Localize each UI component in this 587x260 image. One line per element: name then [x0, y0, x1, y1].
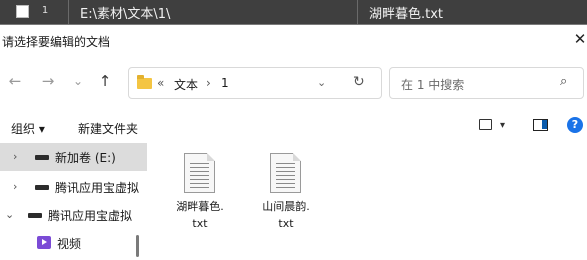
new-folder-button[interactable]: 新建文件夹: [78, 120, 138, 137]
address-bar[interactable]: « 文本 › 1 ⌄ ↻: [128, 67, 382, 99]
drive-icon: [28, 213, 42, 218]
nav-item-tencent-1[interactable]: › 腾讯应用宝虚拟: [0, 173, 147, 201]
breadcrumb-1[interactable]: 1: [221, 76, 229, 90]
back-button[interactable]: ←: [5, 71, 25, 91]
search-box[interactable]: 在 1 中搜索 ⌕: [389, 67, 584, 99]
drive-icon: [35, 155, 49, 160]
organize-menu[interactable]: 组织 ▾: [11, 120, 45, 137]
view-dropdown-icon[interactable]: ▾: [500, 120, 505, 131]
forward-button[interactable]: →: [38, 71, 58, 91]
up-button[interactable]: ↑: [95, 71, 115, 91]
file-name: 湖畔暮色. txt: [176, 200, 224, 230]
row-filename: 湖畔暮色.txt: [369, 7, 444, 22]
open-file-dialog: 请选择要编辑的文档 ✕ ← → ⌄ ↑ « 文本 › 1 ⌄ ↻ 在 1 中搜索…: [0, 24, 587, 260]
nav-item-drive-e[interactable]: › 新加卷 (E:): [0, 143, 147, 171]
refresh-icon[interactable]: ↻: [353, 74, 365, 90]
collapse-chevron-icon[interactable]: ⌄: [5, 208, 14, 221]
breadcrumb-separator-icon[interactable]: ›: [206, 76, 211, 90]
close-button[interactable]: ✕: [572, 29, 587, 49]
dialog-title: 请选择要编辑的文档: [2, 35, 111, 49]
dialog-titlebar: 请选择要编辑的文档 ✕: [0, 25, 587, 53]
row-path: E:\素材\文本\1\: [80, 7, 171, 22]
address-dropdown-icon[interactable]: ⌄: [317, 76, 326, 89]
expand-chevron-icon[interactable]: ›: [13, 180, 17, 193]
view-icon[interactable]: [479, 119, 492, 130]
expand-chevron-icon[interactable]: ›: [13, 150, 17, 163]
address-overflow-chevron[interactable]: «: [157, 76, 164, 90]
background-table-row: 1 E:\素材\文本\1\ 湖畔暮色.txt: [0, 0, 587, 24]
file-item[interactable]: 山间晨韵. txt: [251, 153, 321, 237]
text-file-icon: [184, 153, 215, 193]
file-name: 山间晨韵. txt: [262, 200, 310, 230]
nav-item-label: 新加卷 (E:): [55, 151, 116, 165]
help-icon[interactable]: ?: [567, 117, 583, 133]
row-index: 1: [41, 5, 49, 16]
text-file-icon: [270, 153, 301, 193]
folder-icon: [137, 75, 152, 89]
row-checkbox[interactable]: [16, 5, 29, 18]
recent-locations-button[interactable]: ⌄: [68, 71, 88, 91]
nav-item-videos[interactable]: 视频: [0, 229, 147, 257]
nav-item-label: 视频: [57, 237, 82, 251]
nav-item-tencent-2[interactable]: ⌄ 腾讯应用宝虚拟: [0, 201, 147, 229]
command-toolbar: 组织 ▾ 新建文件夹 ▾ ?: [0, 113, 587, 141]
search-icon[interactable]: ⌕: [560, 74, 567, 89]
nav-item-label: 腾讯应用宝虚拟: [55, 181, 140, 195]
drive-icon: [35, 185, 49, 190]
video-folder-icon: [37, 236, 51, 249]
nav-item-label: 腾讯应用宝虚拟: [48, 209, 132, 223]
column-divider: [357, 0, 358, 24]
breadcrumb-wenben[interactable]: 文本: [174, 76, 198, 93]
column-divider: [68, 0, 69, 24]
navigation-bar: ← → ⌄ ↑ « 文本 › 1 ⌄ ↻ 在 1 中搜索 ⌕: [0, 59, 587, 105]
file-item[interactable]: 湖畔暮色. txt: [165, 153, 235, 237]
navigation-pane: › 新加卷 (E:) › 腾讯应用宝虚拟 ⌄ 腾讯应用宝虚拟 视频: [0, 141, 147, 260]
search-input[interactable]: 在 1 中搜索: [401, 76, 464, 93]
preview-pane-icon[interactable]: [533, 119, 548, 131]
